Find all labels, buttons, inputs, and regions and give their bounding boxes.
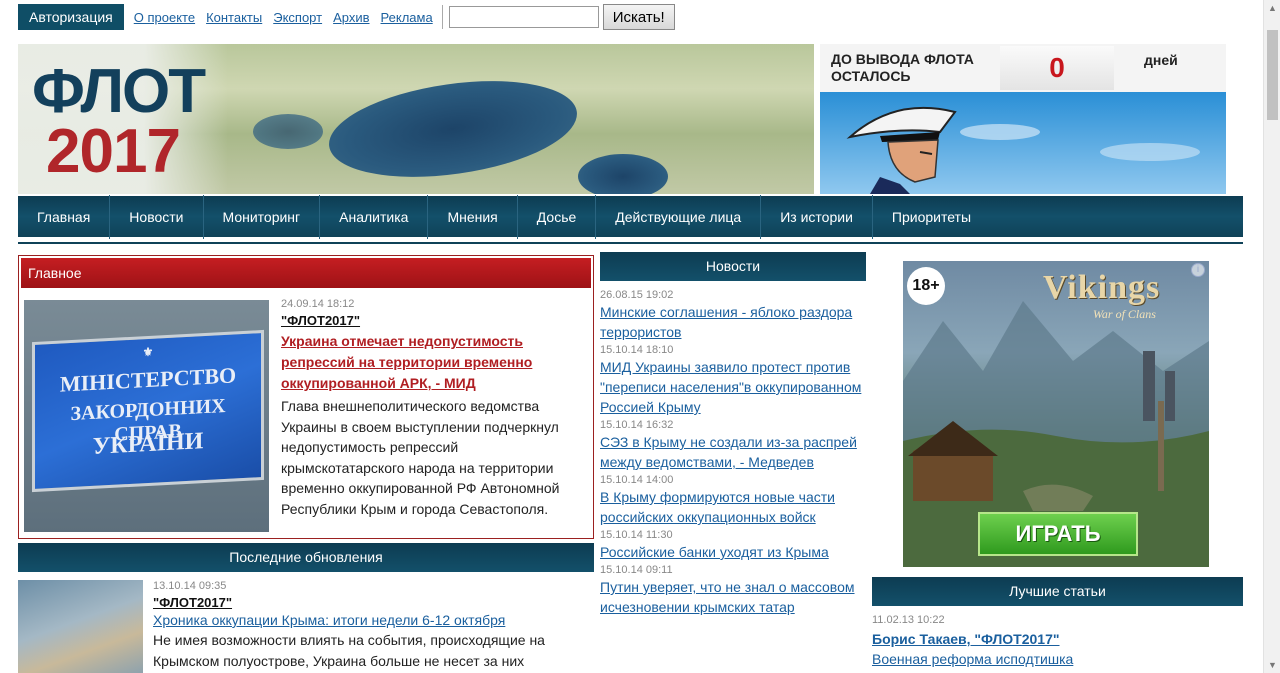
export-link[interactable]: Экспорт xyxy=(273,10,322,25)
sailor-illustration xyxy=(820,92,1226,194)
sailor-icon xyxy=(846,106,1200,194)
main-nav: Главная Новости Мониторинг Аналитика Мне… xyxy=(18,194,1243,240)
ministry-photo[interactable]: ⚜ МІНІСТЕРСТВО ЗАКОРДОННИХ СПРАВ УКРАЇНИ xyxy=(24,300,269,532)
plaque-line: МІНІСТЕРСТВО xyxy=(59,362,237,397)
search-input[interactable] xyxy=(448,6,599,28)
updates-heading: Последние обновления xyxy=(18,543,594,572)
divider xyxy=(18,242,1243,244)
best-author[interactable]: Борис Такаев, "ФЛОТ2017" xyxy=(872,629,1242,649)
scroll-thumb[interactable] xyxy=(1267,30,1278,120)
news-link[interactable]: СЭЗ в Крыму не создали из-за распрей меж… xyxy=(600,432,870,472)
fleet-countdown: ДО ВЫВОДА ФЛОТА ОСТАЛОСЬ 0 дней xyxy=(820,44,1226,194)
top-bar: Авторизация О проекте Контакты Экспорт А… xyxy=(18,3,738,31)
archive-link[interactable]: Архив xyxy=(333,10,369,25)
nav-persons[interactable]: Действующие лица xyxy=(596,194,762,239)
update-date: 13.10.14 09:35 xyxy=(153,580,227,592)
list-item: 15.10.14 09:11 Путин уверяет, что не зна… xyxy=(600,564,870,617)
top-links: О проекте Контакты Экспорт Архив Реклама xyxy=(134,10,433,25)
best-title[interactable]: Военная реформа исподтишка xyxy=(872,649,1242,669)
news-date: 26.08.15 19:02 xyxy=(600,289,674,301)
update-author[interactable]: "ФЛОТ2017" xyxy=(153,595,573,610)
countdown-label: ДО ВЫВОДА ФЛОТА ОСТАЛОСЬ xyxy=(831,51,974,84)
news-date: 15.10.14 14:00 xyxy=(600,474,674,486)
nav-home[interactable]: Главная xyxy=(18,194,111,239)
list-item: 15.10.14 11:30 Российские банки уходят и… xyxy=(600,529,870,562)
list-item: 26.08.15 19:02 Минские соглашения - ябло… xyxy=(600,289,870,342)
sea-map-detail xyxy=(578,154,668,194)
list-item: 15.10.14 14:00 В Крыму формируются новые… xyxy=(600,474,870,527)
main-heading: Главное xyxy=(21,258,591,288)
countdown-unit: дней xyxy=(1144,52,1178,68)
site-logo[interactable]: ФЛОТ 2017 xyxy=(18,44,228,194)
logo-text-year: 2017 xyxy=(46,117,181,186)
news-link[interactable]: Минские соглашения - яблоко раздора терр… xyxy=(600,302,870,342)
best-date: 11.02.13 10:22 xyxy=(872,614,945,626)
nav-opinions[interactable]: Мнения xyxy=(428,194,518,239)
story-lead: Глава внешнеполитического ведомства Укра… xyxy=(281,398,560,517)
main-story-block: Главное ⚜ МІНІСТЕРСТВО ЗАКОРДОННИХ СПРАВ… xyxy=(18,255,594,539)
nav-news[interactable]: Новости xyxy=(110,194,204,239)
list-item: 15.10.14 18:10 МИД Украины заявило проте… xyxy=(600,344,870,417)
ad-info-icon[interactable]: i xyxy=(1191,263,1205,277)
news-date: 15.10.14 09:11 xyxy=(600,564,673,576)
news-heading: Новости xyxy=(600,252,866,281)
story-title[interactable]: Украина отмечает недопустимость репресси… xyxy=(281,331,581,394)
scroll-up-icon[interactable]: ▲ xyxy=(1267,2,1278,14)
countdown-value: 0 xyxy=(1000,46,1114,90)
update-thumbnail[interactable] xyxy=(18,580,143,673)
sea-map-detail xyxy=(253,114,323,149)
about-link[interactable]: О проекте xyxy=(134,10,195,25)
ad-title: Vikings xyxy=(1043,269,1161,306)
story-date: 24.09.14 18:12 xyxy=(281,298,355,310)
nav-monitoring[interactable]: Мониторинг xyxy=(204,194,321,239)
news-date: 15.10.14 16:32 xyxy=(600,419,674,431)
nav-analytics[interactable]: Аналитика xyxy=(320,194,429,239)
news-date: 15.10.14 18:10 xyxy=(600,344,674,356)
login-button[interactable]: Авторизация xyxy=(18,4,124,30)
header-banner[interactable]: ФЛОТ 2017 xyxy=(18,44,814,194)
news-date: 15.10.14 11:30 xyxy=(600,529,673,541)
contacts-link[interactable]: Контакты xyxy=(206,10,262,25)
ministry-plaque: ⚜ МІНІСТЕРСТВО ЗАКОРДОННИХ СПРАВ УКРАЇНИ xyxy=(32,329,264,493)
search-button[interactable]: Искать! xyxy=(602,4,675,30)
news-link[interactable]: Российские банки уходят из Крыма xyxy=(600,542,870,562)
play-button[interactable]: ИГРАТЬ xyxy=(978,512,1138,556)
list-item: 15.10.14 16:32 СЭЗ в Крыму не создали из… xyxy=(600,419,870,472)
list-item: 11.02.13 10:22 Борис Такаев, "ФЛОТ2017" … xyxy=(872,614,1242,669)
nav-priorities[interactable]: Приоритеты xyxy=(873,195,990,239)
best-articles-heading: Лучшие статьи xyxy=(872,577,1243,606)
nav-history[interactable]: Из истории xyxy=(761,194,873,239)
page-scrollbar[interactable]: ▲ ▼ xyxy=(1263,0,1280,673)
news-link[interactable]: В Крыму формируются новые части российск… xyxy=(600,487,870,527)
news-list: 26.08.15 19:02 Минские соглашения - ябло… xyxy=(600,289,870,619)
story-author[interactable]: "ФЛОТ2017" xyxy=(281,313,581,328)
age-rating-badge: 18+ xyxy=(907,267,945,305)
news-link[interactable]: Путин уверяет, что не знал о массовом ис… xyxy=(600,577,870,617)
game-advertisement[interactable]: i 18+ Vikings War of Clans ИГРАТЬ xyxy=(903,261,1209,567)
nav-dossier[interactable]: Досье xyxy=(518,194,597,239)
update-title[interactable]: Хроника оккупации Крыма: итоги недели 6-… xyxy=(153,610,573,630)
advertising-link[interactable]: Реклама xyxy=(381,10,433,25)
scroll-down-icon[interactable]: ▼ xyxy=(1267,659,1278,671)
black-sea-map xyxy=(322,67,584,191)
news-link[interactable]: МИД Украины заявило протест против "пере… xyxy=(600,357,870,417)
divider xyxy=(441,5,443,29)
ad-subtitle: War of Clans xyxy=(1093,307,1156,321)
update-lead: Не имея возможности влиять на события, п… xyxy=(153,632,545,669)
